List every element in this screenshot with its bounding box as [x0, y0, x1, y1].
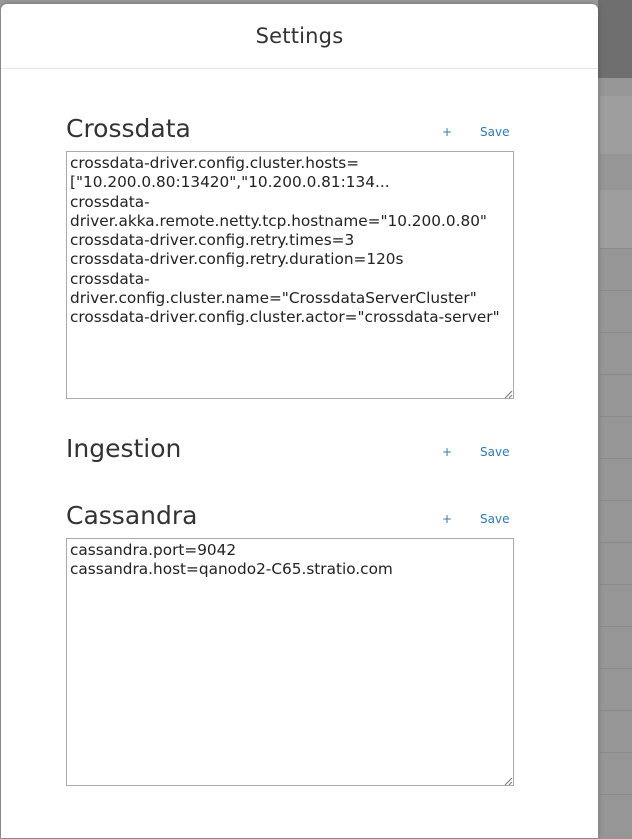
background-topbar [598, 0, 632, 78]
crossdata-save-button[interactable]: Save [480, 125, 509, 139]
crossdata-add-button[interactable]: + [442, 125, 452, 139]
cassandra-save-button[interactable]: Save [480, 512, 509, 526]
crossdata-config-textarea[interactable] [66, 151, 514, 399]
section-title-cassandra: Cassandra [66, 501, 198, 530]
background-block [600, 190, 632, 248]
background-divider [600, 374, 632, 375]
background-divider [600, 752, 632, 753]
cassandra-section: Cassandra + Save [66, 501, 516, 786]
background-divider [600, 542, 632, 543]
background-divider [600, 500, 632, 501]
modal-title: Settings [255, 24, 344, 48]
section-header: Crossdata + Save [66, 114, 516, 154]
background-divider [600, 626, 632, 627]
section-header: Cassandra + Save [66, 501, 516, 541]
background-divider [600, 794, 632, 795]
background-block [600, 96, 632, 154]
modal-header: Settings [1, 4, 598, 69]
background-divider [600, 416, 632, 417]
background-divider [600, 248, 632, 249]
section-header: Ingestion + Save [66, 434, 516, 474]
section-title-crossdata: Crossdata [66, 114, 191, 143]
background-divider [600, 584, 632, 585]
cassandra-add-button[interactable]: + [442, 512, 452, 526]
crossdata-section: Crossdata + Save [66, 114, 516, 399]
background-divider [600, 290, 632, 291]
ingestion-add-button[interactable]: + [442, 445, 452, 459]
settings-modal: Settings Crossdata + Save Ingestion + Sa… [1, 4, 598, 838]
ingestion-save-button[interactable]: Save [480, 445, 509, 459]
ingestion-section: Ingestion + Save [66, 434, 516, 474]
cassandra-config-textarea[interactable] [66, 538, 514, 786]
background-divider [600, 458, 632, 459]
background-divider [600, 710, 632, 711]
background-divider [600, 332, 632, 333]
background-divider [600, 668, 632, 669]
section-title-ingestion: Ingestion [66, 434, 182, 463]
